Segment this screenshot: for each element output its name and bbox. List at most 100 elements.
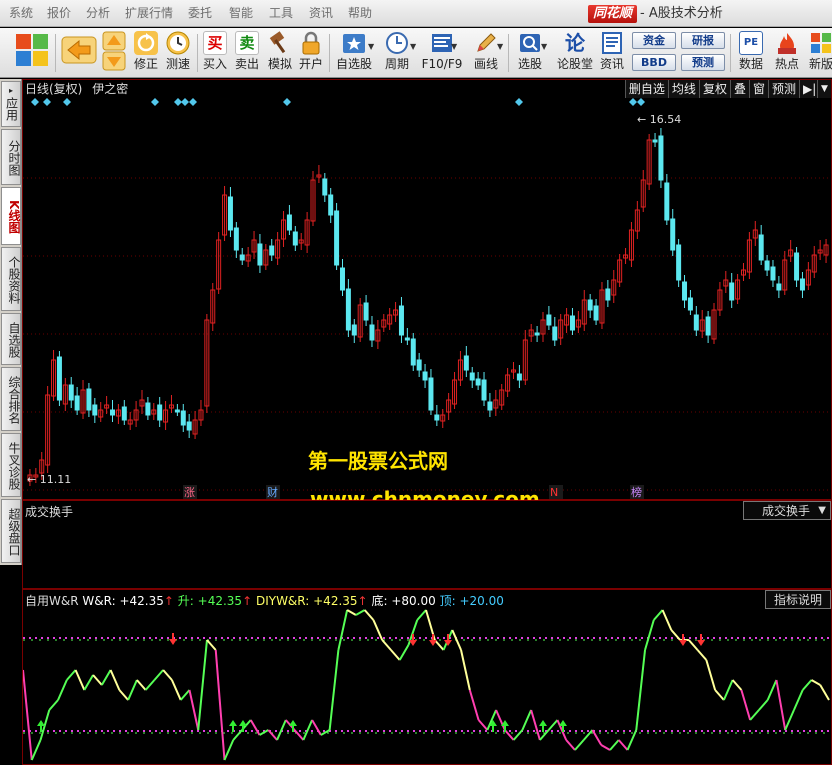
signal-diamond bbox=[174, 98, 182, 106]
tab-diagnosis[interactable]: 牛叉诊股 bbox=[1, 433, 21, 497]
draw-line-button[interactable]: 画线 bbox=[468, 31, 504, 75]
f10-label: F10/F9 bbox=[421, 57, 463, 71]
menu-analysis[interactable]: 分析 bbox=[79, 0, 117, 27]
forecast-button[interactable]: 预测 bbox=[681, 54, 725, 71]
pe-data-icon: PE bbox=[739, 31, 763, 55]
candle-body bbox=[434, 414, 440, 421]
news-icon bbox=[600, 31, 624, 55]
wr-curve-segment bbox=[118, 689, 129, 701]
event-marker-label: 涨 bbox=[184, 486, 195, 499]
kline-chart-panel[interactable]: 日线(复权) 伊之密 删自选 均线 复权 叠 窗 预测 ▶| ▼ ← 16.54… bbox=[22, 79, 832, 500]
tab-intraday[interactable]: 分时图 bbox=[1, 129, 21, 185]
wr-curve-segment bbox=[390, 649, 401, 661]
menu-tools[interactable]: 工具 bbox=[262, 0, 300, 27]
kline-canvas[interactable]: ← 16.54 ← 11.11 涨 财 N 榜 bbox=[23, 80, 831, 499]
candle-body bbox=[416, 359, 422, 371]
wr-curve-segment bbox=[328, 649, 340, 731]
new-version-button[interactable]: 新版 bbox=[806, 31, 832, 75]
candle-body bbox=[652, 139, 658, 143]
wr-curve-segment bbox=[57, 679, 68, 701]
candle-body bbox=[56, 356, 62, 401]
open-account-button[interactable]: 开户 bbox=[296, 31, 326, 75]
star-icon bbox=[342, 31, 366, 55]
tab-apps-label: 应用 bbox=[4, 97, 19, 121]
menu-news[interactable]: 资讯 bbox=[302, 0, 340, 27]
simulate-button[interactable]: 模拟 bbox=[265, 31, 295, 75]
capital-button[interactable]: 资金 bbox=[632, 32, 676, 49]
up-down-arrows-icon bbox=[102, 31, 126, 71]
buy-button[interactable]: 买 买入 bbox=[200, 31, 230, 75]
forum-button[interactable]: 论 论股堂 bbox=[555, 31, 595, 75]
correct-button[interactable]: 修正 bbox=[131, 31, 161, 75]
data-label: 数据 bbox=[738, 57, 763, 71]
wr-curve-segment bbox=[793, 689, 804, 711]
sell-button[interactable]: 卖 卖出 bbox=[232, 31, 262, 75]
wr-curve-segment bbox=[705, 659, 717, 691]
menu-trade[interactable]: 委托 bbox=[181, 0, 219, 27]
buy-label: 买入 bbox=[202, 57, 227, 71]
data-button[interactable]: PE 数据 bbox=[735, 31, 767, 75]
back-button[interactable] bbox=[60, 31, 97, 75]
menu-quote[interactable]: 报价 bbox=[40, 0, 78, 27]
wr-curve-segment bbox=[486, 709, 498, 731]
period-button[interactable]: 周期 bbox=[379, 31, 415, 75]
wr-curve-segment bbox=[302, 719, 314, 741]
wr-curve-segment bbox=[749, 709, 760, 721]
bbd-button[interactable]: BBD bbox=[632, 54, 676, 71]
wr-curve-segment bbox=[688, 639, 699, 651]
up-down-button[interactable] bbox=[101, 31, 127, 75]
signal-diamond bbox=[43, 98, 51, 106]
wr-curve-segment bbox=[66, 669, 77, 681]
menu-system[interactable]: 系统 bbox=[2, 0, 40, 27]
signal-diamond bbox=[189, 98, 197, 106]
tab-ranking[interactable]: 综合排名 bbox=[1, 367, 21, 431]
wr-curve-segment bbox=[635, 649, 647, 731]
new-version-label: 新版 bbox=[808, 57, 832, 71]
period-label: 周期 bbox=[384, 57, 409, 71]
sell-signal-arrow bbox=[169, 633, 177, 645]
wr-curve-segment bbox=[653, 609, 664, 621]
hot-button[interactable]: 热点 bbox=[771, 31, 803, 75]
left-tab-strip: ▸ 应用 分时图 K线图 个股资料 自选股 综合排名 牛叉诊股 超级盘口 bbox=[0, 79, 22, 565]
wr-curve-segment bbox=[346, 609, 357, 616]
indicator-canvas[interactable] bbox=[23, 590, 831, 764]
wr-curve-segment bbox=[801, 679, 813, 691]
indicator-panel[interactable]: 自用W&R W&R: +42.35↑ 升: +42.35↑ DIYW&R: +4… bbox=[22, 589, 832, 765]
pencil-icon bbox=[474, 31, 498, 55]
watchlist-button[interactable]: 自选股 bbox=[333, 31, 375, 75]
research-button[interactable]: 研报 bbox=[681, 32, 725, 49]
menu-extended-quotes[interactable]: 扩展行情 bbox=[118, 0, 180, 27]
wr-curve-segment bbox=[188, 689, 200, 731]
tab-order-book[interactable]: 超级盘口 bbox=[1, 499, 21, 563]
f10-button[interactable]: F10/F9 bbox=[420, 31, 464, 75]
news-button[interactable]: 资讯 bbox=[597, 31, 627, 75]
candle-body bbox=[799, 278, 805, 291]
candle-body bbox=[764, 260, 770, 271]
windows-button[interactable] bbox=[12, 31, 52, 75]
wr-curve-segment bbox=[48, 699, 59, 711]
tab-stock-info[interactable]: 个股资料 bbox=[1, 247, 21, 311]
candle-body bbox=[351, 324, 357, 336]
signal-diamond bbox=[629, 98, 637, 106]
speed-test-button[interactable]: 测速 bbox=[163, 31, 193, 75]
candle-body bbox=[776, 283, 782, 291]
tab-apps[interactable]: ▸ 应用 bbox=[1, 81, 21, 127]
volume-indicator-select[interactable]: 成交换手 ▼ bbox=[742, 501, 831, 520]
tab-kline[interactable]: K线图 bbox=[1, 187, 21, 245]
candle-body bbox=[180, 410, 186, 426]
stock-select-button[interactable]: 选股 bbox=[512, 31, 548, 75]
tab-watchlist[interactable]: 自选股 bbox=[1, 313, 21, 365]
hot-icon bbox=[775, 31, 799, 55]
menu-smart[interactable]: 智能 bbox=[222, 0, 260, 27]
wr-curve-segment bbox=[197, 639, 208, 731]
volume-panel[interactable]: 成交换手 成交换手 ▼ bbox=[22, 500, 832, 589]
sell-signal-arrow bbox=[409, 634, 417, 646]
windows-icon bbox=[13, 31, 51, 69]
wr-curve-segment bbox=[539, 729, 550, 741]
hammer-icon bbox=[268, 31, 292, 55]
candle-body bbox=[546, 314, 552, 326]
clock-icon bbox=[166, 31, 190, 55]
candle-body bbox=[516, 373, 522, 381]
menu-help[interactable]: 帮助 bbox=[341, 0, 379, 27]
candle-body bbox=[552, 326, 558, 341]
